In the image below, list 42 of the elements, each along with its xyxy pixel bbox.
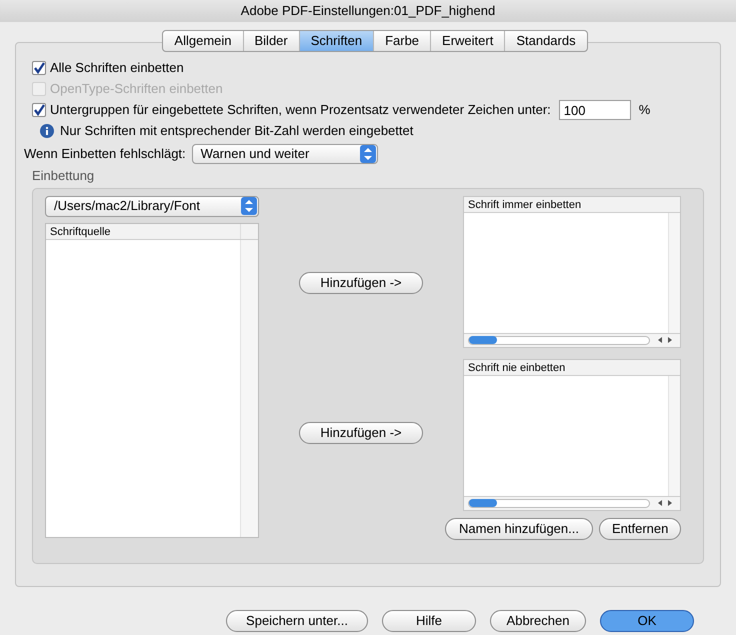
- push-button[interactable]: Abbrechen: [490, 610, 586, 632]
- push-button[interactable]: Hinzufügen ->: [299, 422, 423, 444]
- checkbox[interactable]: [32, 61, 46, 75]
- tab[interactable]: Schriften: [300, 31, 374, 51]
- vertical-scrollbar[interactable]: [668, 376, 680, 496]
- tab[interactable]: Allgemein: [163, 31, 244, 51]
- failure-dropdown[interactable]: Warnen und weiter: [192, 144, 378, 164]
- push-button[interactable]: Hinzufügen ->: [299, 272, 423, 294]
- horizontal-scrollbar[interactable]: [464, 496, 680, 510]
- push-button[interactable]: Speichern unter...: [226, 610, 368, 632]
- push-button[interactable]: Namen hinzufügen...: [445, 518, 593, 540]
- font-list[interactable]: Schrift immer einbetten: [463, 196, 681, 348]
- group-title: Einbettung: [32, 167, 96, 185]
- font-source-list[interactable]: Schriftquelle: [45, 222, 259, 538]
- info-text: Nur Schriften mit entsprechender Bit-Zahl werden eingebettet: [60, 122, 414, 140]
- tab[interactable]: Standards: [505, 31, 587, 51]
- scroll-thumb[interactable]: [469, 336, 497, 344]
- percent-field[interactable]: 100: [558, 100, 631, 120]
- failure-label: Wenn Einbetten fehlschlägt:: [24, 145, 186, 164]
- updown-arrows-icon: [241, 197, 257, 215]
- column-header: Schriftquelle: [49, 224, 112, 238]
- push-button[interactable]: Entfernen: [599, 518, 681, 540]
- window-title: Adobe PDF-Einstellungen:01_PDF_highend: [240, 2, 496, 20]
- updown-arrows-icon: [360, 145, 376, 163]
- font-list[interactable]: Schrift nie einbetten: [463, 358, 681, 510]
- push-button[interactable]: OK: [600, 610, 694, 632]
- column-header: Schrift immer einbetten: [464, 196, 680, 212]
- checkbox[interactable]: [32, 103, 46, 117]
- info-icon: [40, 124, 54, 138]
- scroll-thumb[interactable]: [469, 499, 497, 507]
- tab[interactable]: Farbe: [374, 31, 432, 51]
- vertical-scrollbar[interactable]: [668, 212, 680, 332]
- vertical-scrollbar[interactable]: [240, 240, 258, 536]
- unit-label: %: [638, 101, 650, 120]
- option-label: Alle Schriften einbetten: [50, 59, 184, 78]
- column-header: Schrift nie einbetten: [464, 360, 680, 376]
- folder-dropdown[interactable]: /Users/mac2/Library/Font: [45, 196, 259, 216]
- option-label: OpenType-Schriften einbetten: [50, 80, 223, 98]
- option-label: Untergruppen für eingebettete Schriften, wenn Prozentsatz verwendeter Zeichen unter:: [50, 101, 551, 120]
- horizontal-scrollbar[interactable]: [464, 332, 680, 346]
- push-button[interactable]: Hilfe: [382, 610, 476, 632]
- tab[interactable]: Erweitert: [431, 31, 506, 51]
